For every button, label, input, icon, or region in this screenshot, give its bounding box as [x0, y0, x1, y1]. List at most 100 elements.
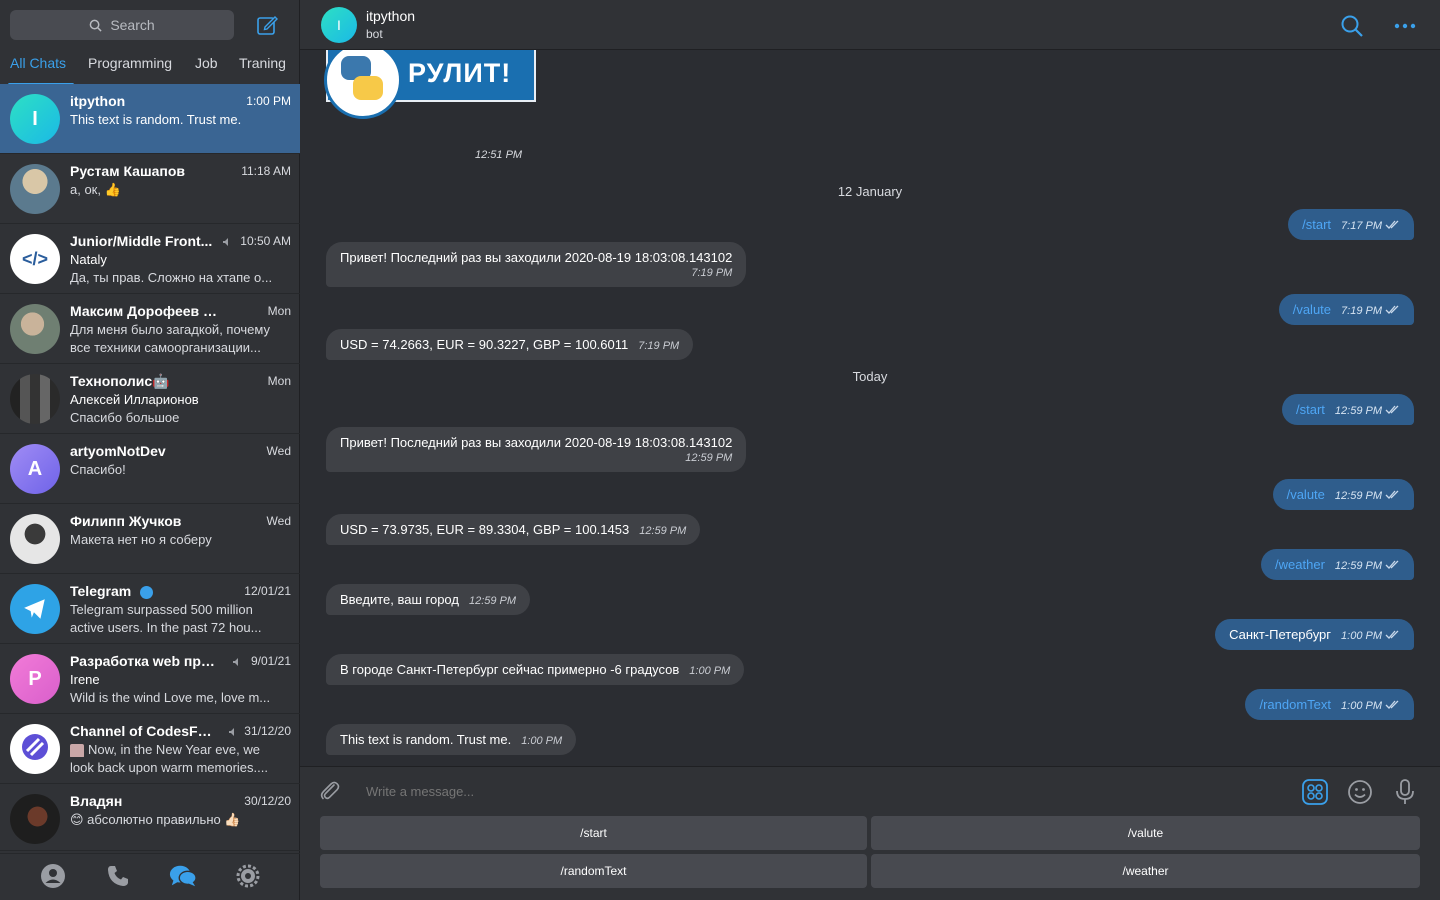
read-ticks-icon [1385, 630, 1399, 639]
bot-keyboard: /start /valute /randomText /weather [300, 816, 1440, 900]
message-text: В городе Санкт-Петербург сейчас примерно… [340, 662, 680, 677]
incoming-message[interactable]: USD = 73.9735, EUR = 89.3304, GBP = 100.… [326, 514, 701, 545]
chat-name: Владян [70, 793, 123, 809]
incoming-message[interactable]: USD = 74.2663, EUR = 90.3227, GBP = 100.… [326, 329, 694, 360]
chat-preview-text: Now, in the New Year eve, we [88, 742, 260, 757]
outgoing-message[interactable]: /randomText 1:00 PM [1245, 689, 1414, 720]
chat-item-junior-middle-front[interactable]: </> Junior/Middle Front... 10:50 AM Nata… [0, 224, 300, 294]
message-time: 12:59 PM [1334, 490, 1382, 502]
incoming-message[interactable]: Привет! Последний раз вы заходили 2020-0… [326, 242, 747, 287]
bot-button-randomtext[interactable]: /randomText [320, 854, 867, 888]
chat-item-technopolis[interactable]: Технополис🤖 Mon Алексей Илларионов Спаси… [0, 364, 300, 434]
chat-item-vladyan[interactable]: Владян 30/12/20 😊 абсолютно правильно 👍🏻 [0, 784, 300, 854]
outgoing-message[interactable]: Санкт-Петербург 1:00 PM [1215, 619, 1414, 650]
microphone-icon[interactable] [1393, 778, 1417, 806]
message-time: 1:00 PM [1341, 700, 1382, 712]
chat-time: 30/12/20 [244, 794, 291, 808]
tab-traning[interactable]: Traning [239, 55, 286, 71]
message-time: 1:00 PM [1341, 630, 1382, 642]
chat-preview-line2: active users. In the past 72 hou... [70, 620, 262, 635]
outgoing-message[interactable]: /valute 12:59 PM [1272, 479, 1414, 510]
bot-keyboard-icon[interactable] [1302, 779, 1328, 805]
chat-sender: Nataly [70, 252, 107, 267]
message-time: 12:59 PM [1334, 560, 1382, 572]
chat-item-itpython[interactable]: I itpython 1:00 PM This text is random. … [0, 84, 300, 154]
chat-name: Рустам Кашапов [70, 163, 186, 179]
outgoing-message[interactable]: /valute 7:19 PM [1278, 294, 1414, 325]
chat-sender: Irene [70, 672, 100, 687]
sidebar: Search All Chats Programming Job Traning… [0, 0, 300, 900]
verified-badge-icon [140, 586, 153, 599]
tab-programming[interactable]: Programming [88, 55, 172, 71]
chat-subtitle: bot [366, 27, 383, 41]
tab-all-chats[interactable]: All Chats [10, 55, 66, 71]
message-time: 7:19 PM [1341, 305, 1382, 317]
chat-item-filipp-zhuchkov[interactable]: Филипп Жучков Wed Макета нет но я соберу [0, 504, 300, 574]
chat-preview: Спасибо большое [70, 410, 180, 425]
calls-icon[interactable] [104, 862, 132, 890]
incoming-message[interactable]: Привет! Последний раз вы заходили 2020-0… [326, 427, 747, 472]
incoming-message[interactable]: В городе Санкт-Петербург сейчас примерно… [326, 654, 745, 685]
message-input[interactable] [366, 784, 1266, 799]
chat-preview: This text is random. Trust me. [70, 112, 242, 127]
codesford-logo [22, 734, 48, 760]
search-icon [89, 19, 102, 32]
message-text: USD = 74.2663, EUR = 90.3227, GBP = 100.… [340, 337, 629, 352]
chat-name: Junior/Middle Front... [70, 233, 213, 249]
more-icon[interactable] [1394, 22, 1416, 30]
telegram-app: Search All Chats Programming Job Traning… [0, 0, 1440, 900]
message-text: /start [1302, 217, 1332, 232]
message-time: 12:59 PM [639, 525, 687, 537]
chat-preview: Макета нет но я соберу [70, 532, 212, 547]
outgoing-message[interactable]: /weather 12:59 PM [1261, 549, 1414, 580]
message-time: 7:19 PM [638, 340, 680, 352]
chat-time: Mon [267, 304, 291, 318]
chat-header: I itpython bot [300, 0, 1440, 50]
avatar: I [10, 94, 60, 144]
message-area[interactable]: РУЛИТ! 12:51 PM 12 January Today /start 7… [300, 50, 1440, 766]
search-box[interactable]: Search [10, 10, 234, 40]
message-text: /randomText [1259, 697, 1332, 712]
bot-button-start[interactable]: /start [320, 816, 867, 850]
emoji-icon[interactable] [1347, 779, 1373, 805]
avatar [10, 304, 60, 354]
chats-icon[interactable] [169, 862, 197, 890]
avatar: A [10, 444, 60, 494]
contacts-icon[interactable] [39, 862, 67, 890]
chat-item-rustam[interactable]: Рустам Кашапов 11:18 AM а, ок, 👍 [0, 154, 300, 224]
search-icon[interactable] [1340, 14, 1364, 38]
message-text: Введите, ваш город [340, 592, 459, 607]
chat-time: Mon [267, 374, 291, 388]
read-ticks-icon [1385, 305, 1399, 314]
chat-name-text: Telegram [70, 583, 132, 599]
chat-item-maxim-dorofeev[interactable]: Максим Дорофеев и mno... Mon Для меня бы… [0, 294, 300, 364]
chat-preview: Now, in the New Year eve, we [70, 742, 260, 757]
incoming-message[interactable]: This text is random. Trust me. 1:00 PM [326, 724, 577, 755]
tab-job[interactable]: Job [195, 55, 218, 71]
chat-time: 12/01/21 [244, 584, 291, 598]
incoming-message[interactable]: Введите, ваш город 12:59 PM [326, 584, 531, 615]
chat-item-codesford[interactable]: Channel of CodesFord 31/12/20 Now, in th… [0, 714, 300, 784]
chat-time: 11:18 AM [241, 164, 291, 178]
outgoing-message[interactable]: /start 12:59 PM [1282, 394, 1414, 425]
python-image[interactable]: РУЛИТ! [324, 50, 536, 119]
bot-button-weather[interactable]: /weather [871, 854, 1420, 888]
message-time: 1:00 PM [689, 665, 731, 677]
chat-name: Channel of CodesFord [70, 723, 220, 739]
chat-avatar[interactable]: I [321, 7, 357, 43]
chat-time: 1:00 PM [246, 94, 291, 108]
attach-icon[interactable] [318, 779, 342, 803]
outgoing-message[interactable]: /start 7:17 PM [1288, 209, 1414, 240]
bot-button-valute[interactable]: /valute [871, 816, 1420, 850]
chat-item-telegram[interactable]: Telegram 12/01/21 Telegram surpassed 500… [0, 574, 300, 644]
chat-title[interactable]: itpython [366, 8, 415, 24]
date-separator: 12 January [837, 184, 903, 199]
chat-time: 10:50 AM [240, 234, 291, 248]
avatar: P [10, 654, 60, 704]
message-text: /start [1296, 402, 1325, 417]
chat-item-web-dev[interactable]: P Разработка web при... 9/01/21 Irene Wi… [0, 644, 300, 714]
photo-thumb-icon [70, 744, 84, 757]
chat-item-artyomnotdev[interactable]: A artyomNotDev Wed Спасибо! [0, 434, 300, 504]
settings-icon[interactable] [234, 862, 262, 890]
compose-icon[interactable] [256, 14, 278, 36]
